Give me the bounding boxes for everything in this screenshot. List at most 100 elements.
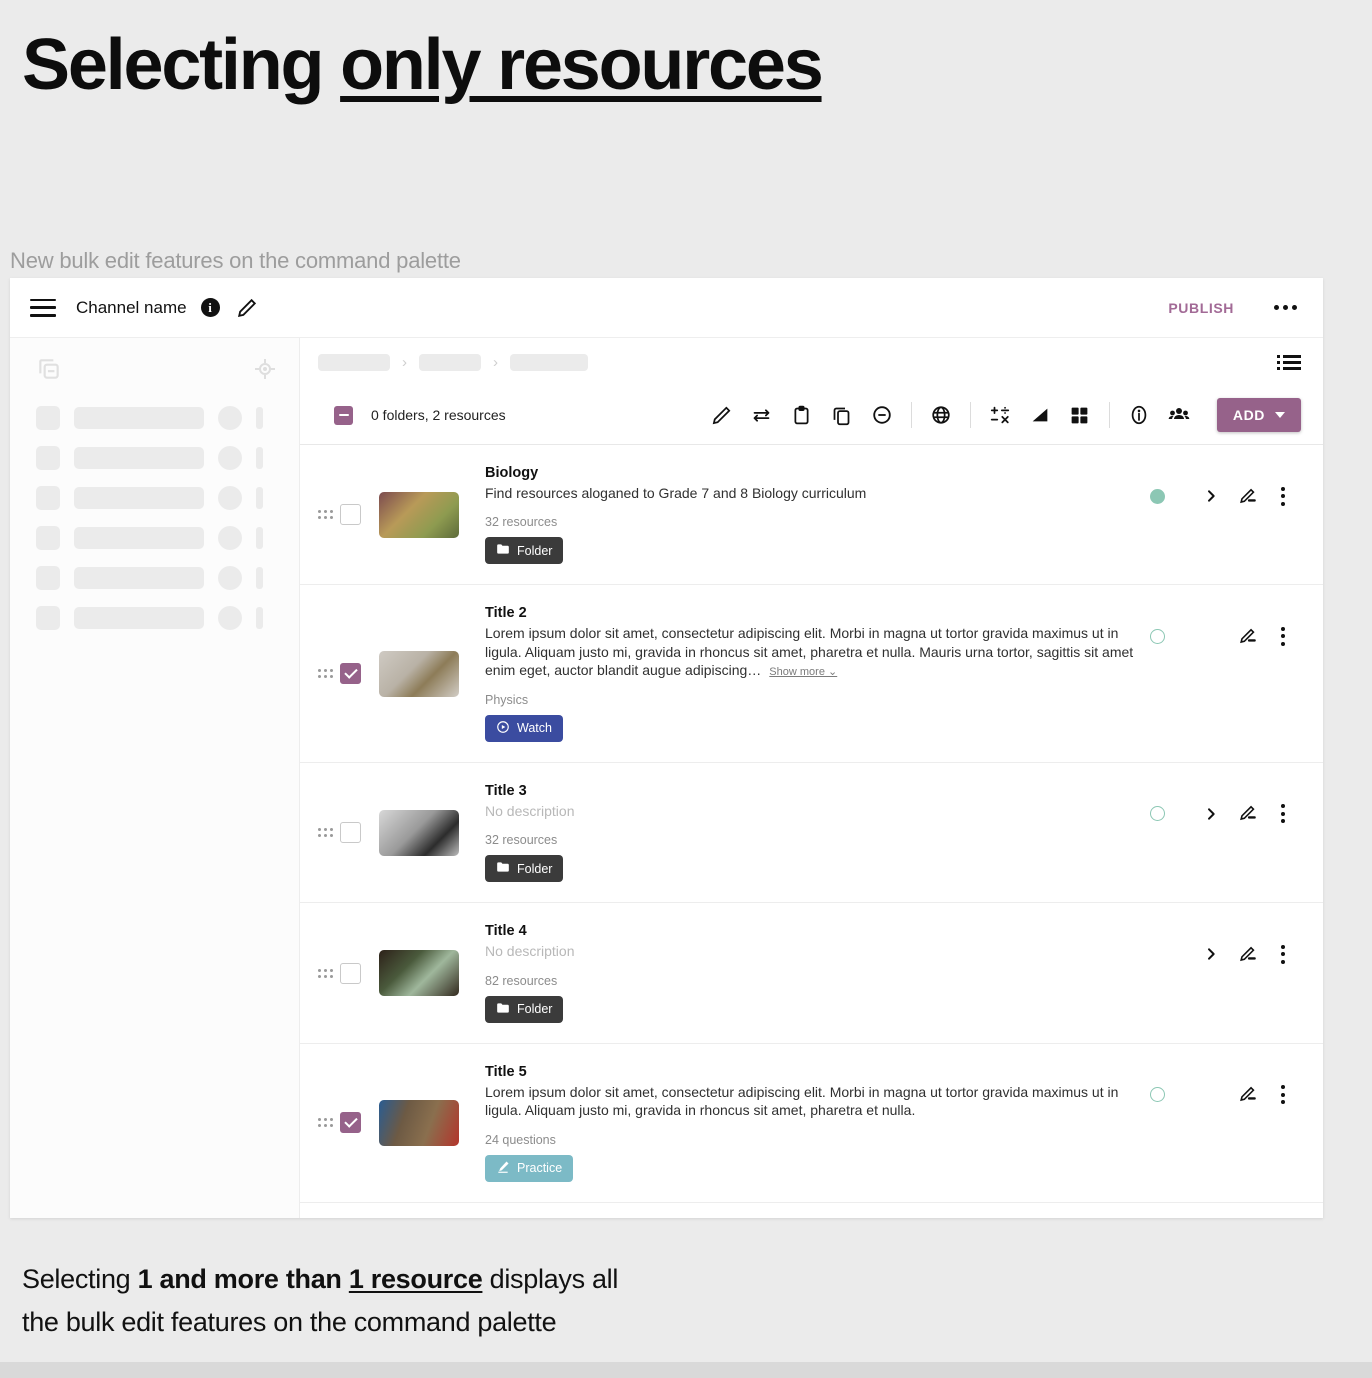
sidebar-skeleton-row <box>36 526 277 550</box>
chevron-right-icon[interactable] <box>1193 481 1229 511</box>
skeleton-label <box>74 607 204 629</box>
app-window: Channel name i PUBLISH › › 0 folders, 2 … <box>10 278 1323 1218</box>
row-actions <box>1150 621 1301 651</box>
show-more-link[interactable]: Show more ⌄ <box>769 666 837 678</box>
row-actions <box>1150 1080 1301 1110</box>
row-actions <box>1150 799 1301 829</box>
row-thumbnail <box>379 809 459 856</box>
chevron-right-icon[interactable] <box>1193 799 1229 829</box>
status-badge <box>1150 806 1165 822</box>
page-title-underlined: only resources <box>340 25 824 105</box>
row-badge: Watch <box>485 714 563 742</box>
folder-icon <box>496 542 510 559</box>
duplicate-icon[interactable] <box>822 396 862 434</box>
row-meta: Physics <box>485 692 529 707</box>
accessibility-icon[interactable] <box>1119 396 1159 434</box>
status-badge <box>1150 488 1165 504</box>
row-checkbox[interactable] <box>340 504 361 526</box>
page-title: Selecting only resources <box>22 25 824 105</box>
more-vertical-icon[interactable] <box>1265 799 1301 829</box>
row-checkbox[interactable] <box>340 663 361 685</box>
move-icon[interactable] <box>742 396 782 434</box>
more-vertical-icon[interactable] <box>1265 481 1301 511</box>
select-all-checkbox[interactable] <box>334 405 353 425</box>
skeleton-label <box>74 527 204 549</box>
breadcrumb-item[interactable] <box>510 353 588 371</box>
section-caption: New bulk edit features on the command pa… <box>10 248 461 273</box>
drag-handle-icon[interactable] <box>318 669 334 679</box>
row-actions <box>1150 939 1301 969</box>
hamburger-icon[interactable] <box>30 298 56 317</box>
skeleton-handle <box>256 527 263 549</box>
footer-part2: displays all <box>482 1264 619 1294</box>
row-description: Find resources aloganed to Grade 7 and 8… <box>485 485 867 501</box>
breadcrumb-separator: › <box>402 353 407 371</box>
grid-category-icon[interactable] <box>1060 396 1100 434</box>
skeleton-handle <box>256 447 263 469</box>
row-badge: Folder <box>485 537 564 565</box>
row-thumbnail <box>379 491 459 538</box>
pencil-edit-icon[interactable] <box>1229 799 1265 829</box>
row-description: No description <box>485 802 575 819</box>
remove-icon[interactable] <box>862 396 902 434</box>
row-checkbox[interactable] <box>340 962 361 984</box>
row-content: Title 5 Lorem ipsum dolor sit amet, conse… <box>485 1064 1150 1182</box>
pencil-edit-icon[interactable] <box>1229 1080 1265 1110</box>
more-vertical-icon[interactable] <box>1265 621 1301 651</box>
clipboard-icon[interactable] <box>782 396 822 434</box>
breadcrumb-separator: › <box>493 353 498 371</box>
copy-minus-icon[interactable] <box>36 356 62 387</box>
table-row[interactable]: Biology Find resources aloganed to Grade … <box>300 445 1323 586</box>
row-badge-label: Folder <box>517 1002 553 1017</box>
row-checkbox[interactable] <box>340 1112 361 1134</box>
edit-icon[interactable] <box>702 396 742 434</box>
info-badge-icon[interactable]: i <box>200 298 220 317</box>
skeleton-thumb <box>36 446 60 470</box>
breadcrumb-item[interactable] <box>419 353 481 371</box>
math-operators-icon[interactable] <box>980 396 1020 434</box>
drag-handle-icon[interactable] <box>318 510 334 520</box>
row-description: Lorem ipsum dolor sit amet, consectetur … <box>485 1083 1119 1119</box>
table-row[interactable]: Title 4 No description 82 resources Folder <box>300 903 1323 1044</box>
resource-list: Biology Find resources aloganed to Grade … <box>300 444 1323 1203</box>
chevron-right-icon[interactable] <box>1193 939 1229 969</box>
row-thumbnail <box>379 950 459 997</box>
audience-icon[interactable] <box>1159 396 1199 434</box>
edit-channel-pencil-icon[interactable] <box>236 297 258 319</box>
pencil-edit-icon[interactable] <box>1229 621 1265 651</box>
level-bars-icon[interactable] <box>1020 396 1060 434</box>
drag-handle-icon[interactable] <box>318 828 334 838</box>
row-title: Title 3 <box>485 782 527 799</box>
tool-divider <box>910 402 912 428</box>
pencil-edit-icon[interactable] <box>1229 481 1265 511</box>
sidebar-skeleton-row <box>36 406 277 430</box>
sidebar-skeleton-row <box>36 566 277 590</box>
bottom-strip <box>0 1362 1372 1378</box>
globe-icon[interactable] <box>921 396 961 434</box>
row-content: Title 2 Lorem ipsum dolor sit amet, conse… <box>485 605 1150 742</box>
skeleton-dot <box>218 526 242 550</box>
row-title: Title 2 <box>485 605 527 622</box>
more-vertical-icon[interactable] <box>1265 939 1301 969</box>
breadcrumb: › › <box>300 338 1323 386</box>
add-button[interactable]: ADD <box>1216 398 1301 432</box>
table-row[interactable]: Title 5 Lorem ipsum dolor sit amet, conse… <box>300 1044 1323 1203</box>
skeleton-dot <box>218 446 242 470</box>
table-row[interactable]: Title 3 No description 32 resources Folder <box>300 763 1323 904</box>
publish-button[interactable]: PUBLISH <box>1168 300 1234 316</box>
row-checkbox[interactable] <box>340 822 361 844</box>
skeleton-thumb <box>36 566 60 590</box>
list-view-icon[interactable] <box>1277 354 1301 370</box>
breadcrumb-item[interactable] <box>318 353 390 371</box>
more-vertical-icon[interactable] <box>1265 1080 1301 1110</box>
more-horizontal-icon[interactable] <box>1268 299 1303 316</box>
drag-handle-icon[interactable] <box>318 968 334 978</box>
skeleton-label <box>74 487 204 509</box>
app-topbar: Channel name i PUBLISH <box>10 278 1323 338</box>
pencil-edit-icon[interactable] <box>1229 939 1265 969</box>
table-row[interactable]: Title 2 Lorem ipsum dolor sit amet, conse… <box>300 585 1323 763</box>
row-title: Title 5 <box>485 1063 527 1080</box>
drag-handle-icon[interactable] <box>318 1118 334 1128</box>
crosshair-icon[interactable] <box>253 357 277 386</box>
sidebar-header <box>36 354 277 388</box>
